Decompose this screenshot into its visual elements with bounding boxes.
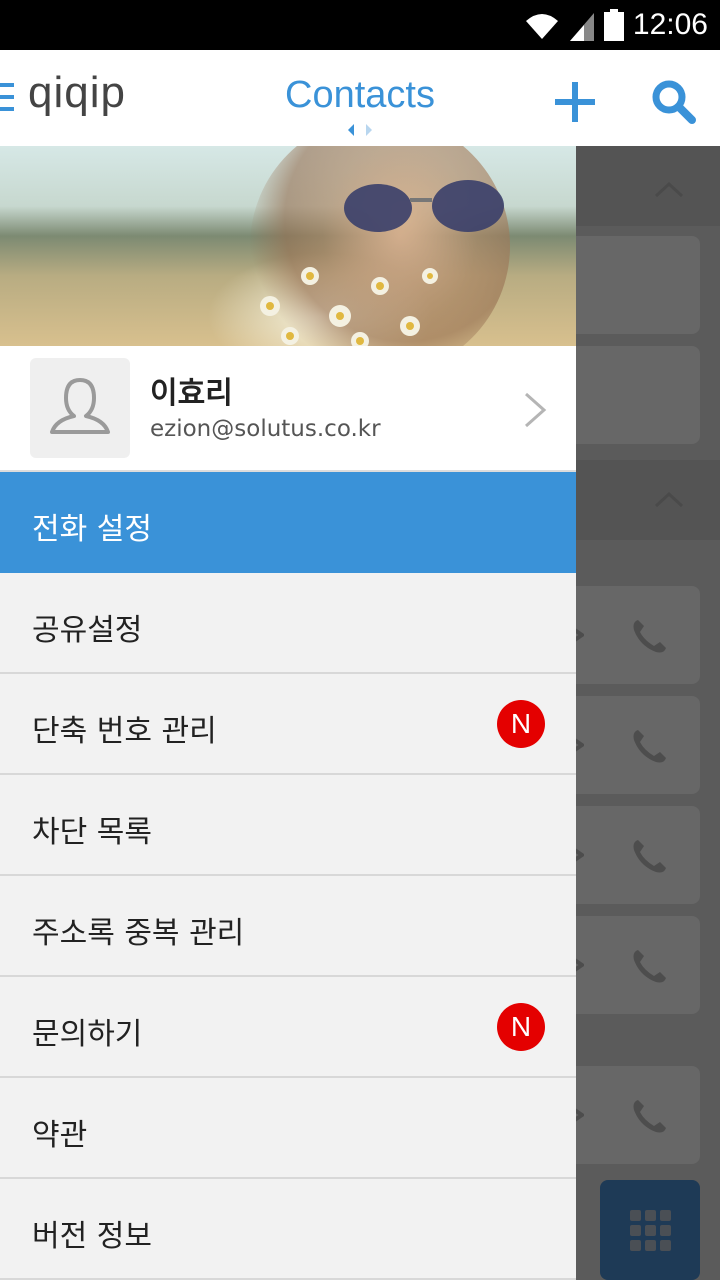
menu-item-label: 단축 번호 관리 (32, 714, 217, 749)
app-bar: qiqip Contacts (0, 50, 720, 146)
drawer-menu: 전화 설정 공유설정 단축 번호 관리 N 차단 목록 주소록 중복 관리 문의… (0, 472, 576, 1280)
menu-item-label: 차단 목록 (32, 815, 152, 850)
section-header[interactable] (576, 460, 720, 540)
phone-icon[interactable] (630, 836, 670, 876)
menu-item-speed-dial[interactable]: 단축 번호 관리 N (0, 674, 576, 775)
contact-card[interactable] (566, 916, 700, 1014)
clock: 12:06 (632, 8, 708, 41)
cover-photo-flowers (260, 267, 438, 346)
signal-icon (570, 13, 594, 41)
profile-email: ezion@solutus.co.kr (150, 416, 381, 442)
contact-card[interactable] (566, 806, 700, 904)
contact-card[interactable] (566, 346, 700, 444)
contact-card[interactable] (566, 586, 700, 684)
avatar (30, 358, 130, 458)
page-title[interactable]: Contacts (285, 74, 435, 116)
status-bar: 12:06 (0, 0, 720, 50)
menu-item-block-list[interactable]: 차단 목록 (0, 775, 576, 876)
contact-card[interactable] (566, 696, 700, 794)
menu-item-version-info[interactable]: 버전 정보 (0, 1179, 576, 1280)
dialpad-button[interactable] (600, 1180, 700, 1280)
menu-item-label: 공유설정 (32, 613, 143, 648)
chevron-right-icon[interactable] (520, 390, 550, 430)
wifi-icon (526, 14, 558, 39)
menu-item-terms[interactable]: 약관 (0, 1078, 576, 1179)
section-header[interactable] (576, 146, 720, 226)
new-badge: N (497, 700, 545, 748)
menu-item-share-settings[interactable]: 공유설정 (0, 573, 576, 674)
chevron-up-icon (654, 181, 684, 198)
menu-item-label: 주소록 중복 관리 (32, 916, 245, 951)
contact-card[interactable] (566, 1066, 700, 1164)
phone-icon[interactable] (630, 946, 670, 986)
page-indicator (348, 124, 372, 136)
app-logo[interactable]: qiqip (28, 68, 126, 118)
phone-icon[interactable] (630, 726, 670, 766)
battery-icon (604, 9, 624, 41)
status-icons (524, 9, 624, 41)
phone-icon[interactable] (630, 1096, 670, 1136)
contacts-list-dimmed (566, 146, 720, 1280)
dialpad-icon (630, 1210, 671, 1251)
cover-photo-detail (344, 180, 504, 232)
avatar-placeholder-icon (50, 378, 110, 434)
chevron-up-icon (654, 491, 684, 508)
profile-name: 이효리 (150, 376, 233, 411)
menu-item-call-settings[interactable]: 전화 설정 (0, 472, 576, 573)
navigation-drawer: 이효리 ezion@solutus.co.kr 전화 설정 공유설정 단축 번호… (0, 146, 576, 1280)
search-icon[interactable] (650, 78, 696, 124)
phone-icon[interactable] (630, 616, 670, 656)
menu-item-label: 문의하기 (32, 1017, 143, 1052)
menu-item-inquiry[interactable]: 문의하기 N (0, 977, 576, 1078)
contact-card[interactable] (566, 236, 700, 334)
new-badge: N (497, 1003, 545, 1051)
cover-photo (0, 146, 576, 346)
plus-icon[interactable] (553, 80, 597, 124)
menu-item-label: 약관 (32, 1118, 88, 1153)
menu-item-duplicate-contacts[interactable]: 주소록 중복 관리 (0, 876, 576, 977)
hamburger-icon[interactable] (0, 83, 16, 111)
menu-item-label: 전화 설정 (32, 512, 152, 547)
menu-item-label: 버전 정보 (32, 1219, 152, 1254)
profile-card[interactable]: 이효리 ezion@solutus.co.kr (0, 346, 576, 472)
